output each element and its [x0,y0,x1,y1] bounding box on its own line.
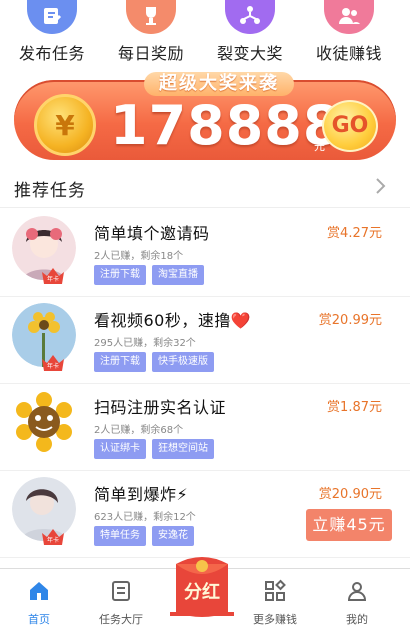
tab-profile[interactable]: 我的 [316,575,398,627]
task-item[interactable]: 年卡 简单到爆炸⚡ 623人已赚，剩余12个 特单任务 安逸花 赏20.90元 … [0,471,410,558]
svg-text:分红: 分红 [184,581,220,603]
task-tag: 安逸花 [152,526,194,546]
quick-nav-publish-task[interactable]: 发布任务 [2,0,102,64]
year-card-badge-icon: 年卡 [42,355,64,371]
quick-nav: 发布任务 每日奖励 裂变大奖 收徒赚钱 [0,0,410,70]
task-tag: 注册下载 [94,265,146,285]
earn-now-button[interactable]: 立赚45元 [306,509,392,541]
share-network-icon [225,0,275,34]
users-icon [324,0,374,34]
profile-icon [347,582,367,601]
task-hall-icon [112,581,130,601]
task-meta: 623人已赚，剩余12个 [94,512,196,523]
task-title: 看视频60秒，速撸❤️ [94,311,252,330]
chevron-right-icon [376,178,386,194]
svg-text:年卡: 年卡 [47,275,59,283]
quick-nav-label: 发布任务 [18,44,85,63]
banner-tag: 超级大奖来袭 [144,72,294,96]
quick-nav-label: 收徒赚钱 [315,44,382,63]
task-item[interactable]: 年卡 简单填个邀请码 2人已赚，剩余18个 注册下载 淘宝直播 赏4.27元 [0,210,410,297]
more-apps-icon [265,579,286,601]
tab-label: 我的 [346,613,368,626]
banner-amount: 178888 [110,94,342,157]
task-tag: 注册下载 [94,352,146,372]
year-card-badge-icon: 年卡 [42,268,64,284]
tab-label: 首页 [28,613,50,626]
task-reward: 赏1.87元 [327,400,382,415]
task-tag: 快手极速版 [152,352,214,372]
task-title: 扫码注册实名认证 [94,398,227,417]
tab-label: 更多赚钱 [253,613,297,626]
task-meta: 2人已赚，剩余68个 [94,425,184,436]
avatar [12,390,76,454]
svg-text:年卡: 年卡 [47,362,59,370]
task-title: 简单填个邀请码 [94,224,210,243]
task-tags: 注册下载 快手极速版 [94,352,214,372]
task-reward: 赏20.90元 [318,487,382,502]
task-tag: 淘宝直播 [152,265,204,285]
year-card-badge-icon: 年卡 [42,529,64,545]
banner-unit: 元 [314,140,325,153]
quick-nav-fission-prize[interactable]: 裂变大奖 [200,0,300,64]
quick-nav-label: 裂变大奖 [216,44,283,63]
tab-label: 任务大厅 [99,613,143,626]
task-reward: 赏4.27元 [327,226,382,241]
svg-text:年卡: 年卡 [47,536,59,544]
task-tag: 特单任务 [94,526,146,546]
tab-home[interactable]: 首页 [0,575,80,627]
section-title: 推荐任务 [14,181,86,201]
task-tag: 狂想空间站 [152,439,214,459]
coin-symbol: ¥ [55,109,75,142]
coin-icon: ¥ [34,94,96,156]
home-icon [30,582,48,600]
quick-nav-recruit[interactable]: 收徒赚钱 [299,0,399,64]
task-tags: 注册下载 淘宝直播 [94,265,204,285]
task-reward: 赏20.99元 [318,313,382,328]
task-item[interactable]: 年卡 看视频60秒，速撸❤️ 295人已赚，剩余32个 注册下载 快手极速版 赏… [0,297,410,384]
tab-task-hall[interactable]: 任务大厅 [80,575,162,627]
trophy-icon [126,0,176,34]
task-meta: 295人已赚，剩余32个 [94,338,196,349]
task-title: 简单到爆炸⚡ [94,485,189,504]
publish-task-icon [27,0,77,34]
quick-nav-daily-reward[interactable]: 每日奖励 [101,0,201,64]
task-item[interactable]: 扫码注册实名认证 2人已赚，剩余68个 认证绑卡 狂想空间站 赏1.87元 [0,384,410,471]
prize-banner[interactable]: 超级大奖来袭 ¥ 178888 元 GO [14,72,396,160]
task-meta: 2人已赚，剩余18个 [94,251,184,262]
tab-dividend[interactable]: 分红 [168,552,236,622]
task-tag: 认证绑卡 [94,439,146,459]
red-envelope-icon: 分红 [170,557,234,617]
go-button[interactable]: GO [322,100,378,152]
task-tags: 认证绑卡 狂想空间站 [94,439,214,459]
task-tags: 特单任务 安逸花 [94,526,194,546]
recommended-tasks-header[interactable]: 推荐任务 [0,168,410,208]
tab-more-earn[interactable]: 更多赚钱 [234,575,316,627]
quick-nav-label: 每日奖励 [117,44,184,63]
